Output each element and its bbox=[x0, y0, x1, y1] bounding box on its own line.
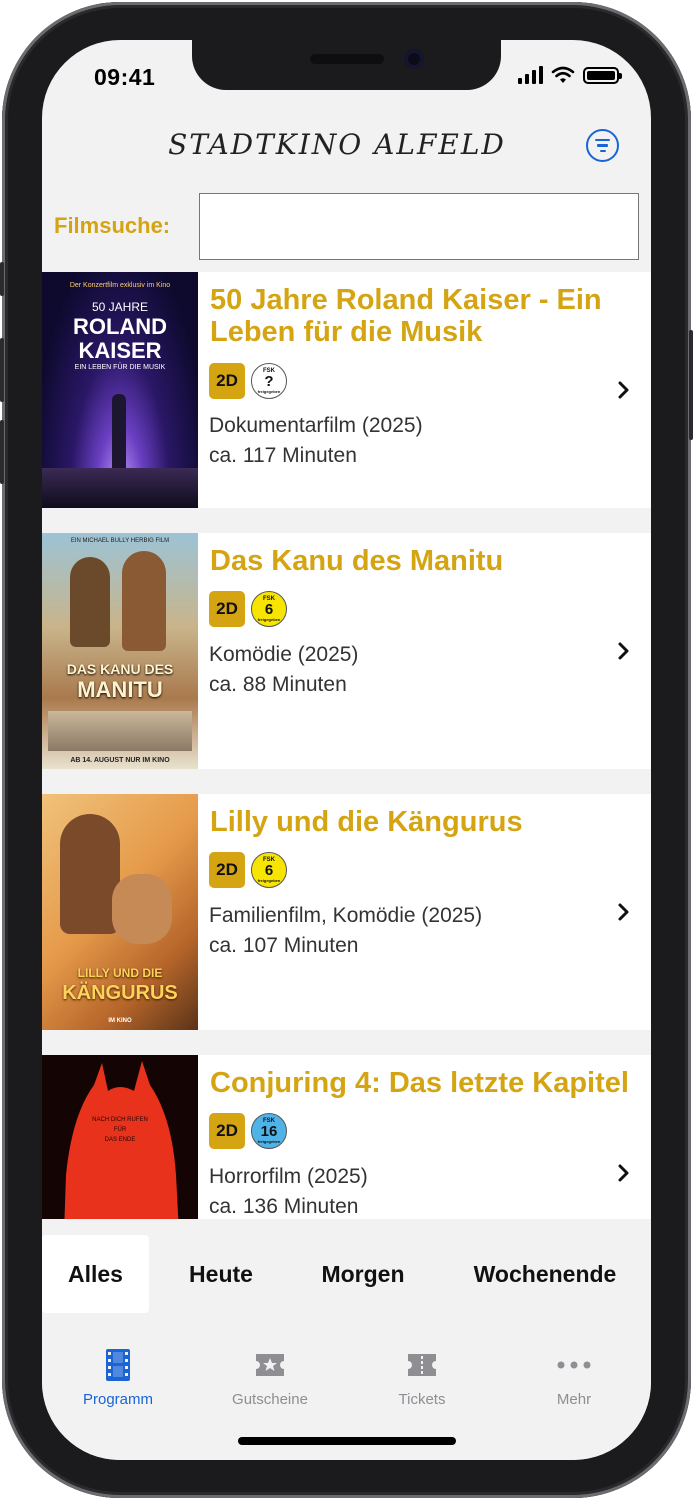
status-icons bbox=[518, 66, 622, 84]
chevron-right-icon bbox=[618, 381, 629, 399]
fsk-rating-badge: FSK 6 freigegeben bbox=[251, 852, 287, 888]
film-row[interactable]: Der Konzertfilm exklusiv im Kino 50 JAHR… bbox=[42, 272, 651, 508]
voucher-icon bbox=[256, 1354, 284, 1376]
film-genre: Dokumentarfilm (2025) bbox=[209, 414, 423, 437]
tab-programm[interactable]: Programm bbox=[42, 1349, 194, 1408]
poster-figure bbox=[70, 557, 110, 647]
front-camera bbox=[404, 49, 424, 69]
wifi-icon bbox=[551, 66, 575, 83]
search-label: Filmsuche: bbox=[54, 213, 171, 238]
film-icon bbox=[106, 1349, 130, 1381]
search-input[interactable] bbox=[199, 193, 639, 260]
film-row[interactable]: EIN MICHAEL BULLY HERBIG FILM DAS KANU D… bbox=[42, 533, 651, 769]
app-title: STADTKINO ALFELD bbox=[168, 128, 506, 161]
poster-figure bbox=[60, 814, 120, 934]
film-row[interactable]: LILLY UND DIE KÄNGURUS IM KINO Lilly und… bbox=[42, 794, 651, 1030]
film-badges: 2D FSK ? freigegeben bbox=[209, 363, 287, 399]
film-genre: Komödie (2025) bbox=[209, 643, 359, 666]
tab-label: Programm bbox=[82, 1391, 153, 1408]
format-badge: 2D bbox=[209, 1113, 245, 1149]
fsk-rating-badge: FSK 16 freigegeben bbox=[251, 1113, 287, 1149]
date-filter-tabs: Alles Heute Morgen Wochenende bbox=[42, 1219, 651, 1331]
chevron-right-icon bbox=[618, 903, 629, 921]
home-indicator[interactable] bbox=[238, 1437, 456, 1445]
status-time: 09:41 bbox=[94, 64, 156, 90]
poster-kangaroo bbox=[112, 874, 172, 944]
film-duration: ca. 136 Minuten bbox=[209, 1195, 359, 1218]
poster-stage bbox=[42, 468, 198, 508]
notch bbox=[192, 40, 501, 90]
tab-label: Gutscheine bbox=[232, 1391, 308, 1408]
film-poster: NACH DICH RUFEN FÜR DAS ENDE bbox=[42, 1055, 198, 1219]
film-title: Conjuring 4: Das letzte Kapitel bbox=[210, 1067, 629, 1099]
date-tab-wochenende[interactable]: Wochenende bbox=[454, 1235, 636, 1313]
volume-up-button bbox=[0, 338, 4, 402]
date-tab-morgen[interactable]: Morgen bbox=[298, 1235, 428, 1313]
film-title: Lilly und die Kängurus bbox=[210, 806, 523, 838]
side-button bbox=[0, 262, 4, 296]
signal-icon bbox=[518, 66, 543, 84]
film-duration: ca. 117 Minuten bbox=[209, 444, 357, 467]
tab-gutscheine[interactable]: Gutscheine bbox=[194, 1349, 346, 1408]
chevron-right-icon bbox=[618, 1164, 629, 1182]
format-badge: 2D bbox=[209, 363, 245, 399]
film-title: Das Kanu des Manitu bbox=[210, 545, 504, 577]
fsk-rating-badge: FSK ? freigegeben bbox=[251, 363, 287, 399]
poster-horses bbox=[48, 711, 192, 751]
date-tab-alles[interactable]: Alles bbox=[42, 1235, 149, 1313]
film-genre: Horrorfilm (2025) bbox=[209, 1165, 368, 1188]
film-badges: 2D FSK 16 freigegeben bbox=[209, 1113, 287, 1149]
film-badges: 2D FSK 6 freigegeben bbox=[209, 852, 287, 888]
date-tab-heute[interactable]: Heute bbox=[164, 1235, 278, 1313]
speaker bbox=[310, 54, 384, 64]
film-list[interactable]: Der Konzertfilm exklusiv im Kino 50 JAHR… bbox=[42, 272, 651, 1219]
poster-figure bbox=[112, 394, 126, 474]
app-screen: 09:41 STADTKINO ALFELD Filmsuche: Der Ko… bbox=[42, 40, 651, 1460]
tab-label: Tickets bbox=[398, 1391, 446, 1408]
fsk-rating-badge: FSK 6 freigegeben bbox=[251, 591, 287, 627]
more-icon bbox=[557, 1361, 591, 1369]
film-poster: EIN MICHAEL BULLY HERBIG FILM DAS KANU D… bbox=[42, 533, 198, 769]
film-row[interactable]: NACH DICH RUFEN FÜR DAS ENDE Conjuring 4… bbox=[42, 1055, 651, 1219]
film-title: 50 Jahre Roland Kaiser - Ein Leben für d… bbox=[210, 284, 602, 348]
power-button bbox=[689, 330, 693, 440]
film-duration: ca. 107 Minuten bbox=[209, 934, 359, 957]
tab-label: Mehr bbox=[556, 1391, 592, 1408]
format-badge: 2D bbox=[209, 852, 245, 888]
poster-figure bbox=[122, 551, 166, 651]
film-poster: Der Konzertfilm exklusiv im Kino 50 JAHR… bbox=[42, 272, 198, 508]
tab-tickets[interactable]: Tickets bbox=[346, 1349, 498, 1408]
volume-down-button bbox=[0, 420, 4, 484]
film-poster: LILLY UND DIE KÄNGURUS IM KINO bbox=[42, 794, 198, 1030]
ticket-icon bbox=[408, 1354, 436, 1376]
chevron-right-icon bbox=[618, 642, 629, 660]
film-badges: 2D FSK 6 freigegeben bbox=[209, 591, 287, 627]
film-genre: Familienfilm, Komödie (2025) bbox=[209, 904, 483, 927]
tab-mehr[interactable]: Mehr bbox=[498, 1349, 650, 1408]
film-duration: ca. 88 Minuten bbox=[209, 673, 347, 696]
battery-icon bbox=[583, 67, 622, 84]
format-badge: 2D bbox=[209, 591, 245, 627]
filter-icon[interactable] bbox=[586, 129, 619, 162]
